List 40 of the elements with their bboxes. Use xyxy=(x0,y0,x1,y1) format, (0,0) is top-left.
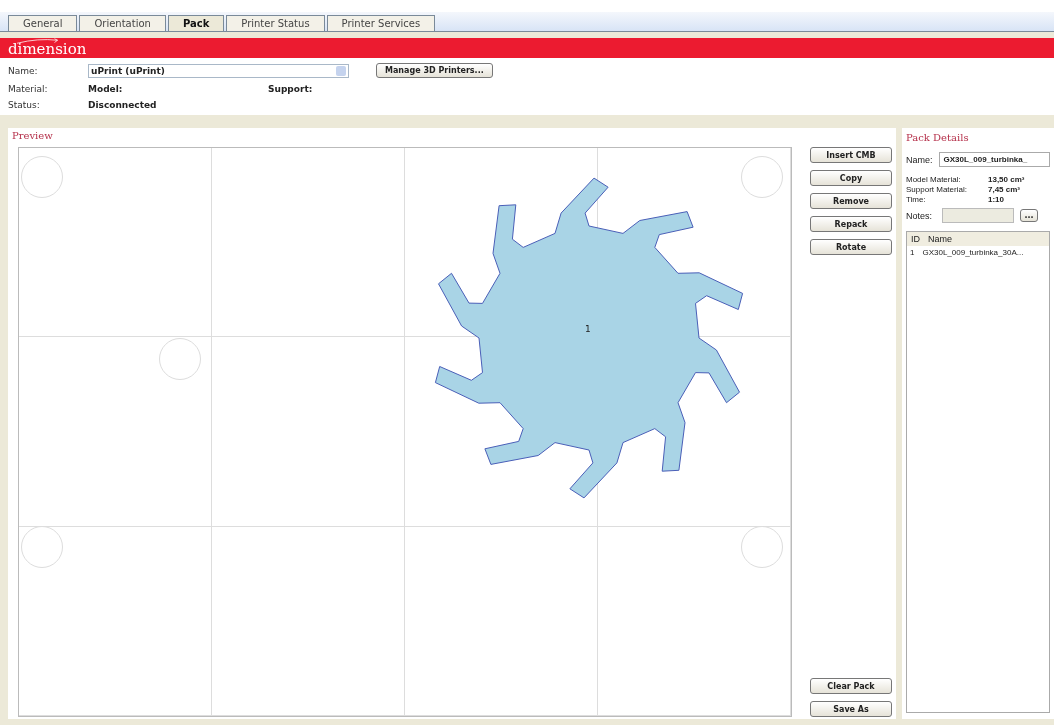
tab[interactable]: Orientation xyxy=(79,15,166,31)
name-label: Name: xyxy=(8,65,39,76)
stat-value: 13,50 cm³ xyxy=(988,175,1026,184)
name-label: Name: xyxy=(906,154,933,165)
table-cell: GX30L_009_turbinka_30A... xyxy=(922,248,1024,257)
turbine-part[interactable] xyxy=(434,177,744,499)
part-number: 1 xyxy=(585,324,591,334)
notes-label: Notes: xyxy=(906,210,933,221)
status-value: Disconnected xyxy=(88,100,158,110)
tab[interactable]: General xyxy=(8,15,78,31)
notes-field[interactable] xyxy=(942,208,1014,223)
model-label: Model: xyxy=(88,84,124,94)
tab[interactable]: Printer Status xyxy=(226,15,325,31)
tab[interactable]: Pack xyxy=(167,15,225,31)
action-button[interactable]: Insert CMB xyxy=(810,147,892,163)
stat-label: Model Material: xyxy=(906,175,962,184)
action-button[interactable]: Rotate xyxy=(810,239,892,255)
support-label: Support: xyxy=(268,84,314,94)
stat-value: 7,45 cm³ xyxy=(988,185,1022,194)
status-label: Status: xyxy=(8,100,41,110)
material-label: Material: xyxy=(8,84,49,94)
stat-label: Time: xyxy=(906,195,927,204)
stat-label: Support Material: xyxy=(906,185,968,194)
notes-button[interactable]: ... xyxy=(1020,209,1038,222)
pack-name-field[interactable]: GX30L_009_turbinka_ xyxy=(938,152,1050,167)
manage-printers-button[interactable]: Manage 3D Printers... xyxy=(376,63,493,78)
preview-title: Preview xyxy=(11,129,54,143)
pack-details-title: Pack Details xyxy=(906,131,970,145)
tab[interactable]: Printer Services xyxy=(326,15,436,31)
stat-value: 1:10 xyxy=(988,195,1005,204)
action-button[interactable]: Copy xyxy=(810,170,892,186)
brand-logo: dimension xyxy=(8,38,87,58)
printer-dropdown[interactable]: uPrint (uPrint) xyxy=(88,63,349,78)
action-button[interactable]: Save As xyxy=(810,701,892,717)
action-button[interactable]: Remove xyxy=(810,193,892,209)
column-header: ID xyxy=(911,234,920,244)
action-button[interactable]: Repack xyxy=(810,216,892,232)
action-button[interactable]: Clear Pack xyxy=(810,678,892,694)
table-cell: 1 xyxy=(910,248,915,257)
column-header: Name xyxy=(928,234,952,244)
